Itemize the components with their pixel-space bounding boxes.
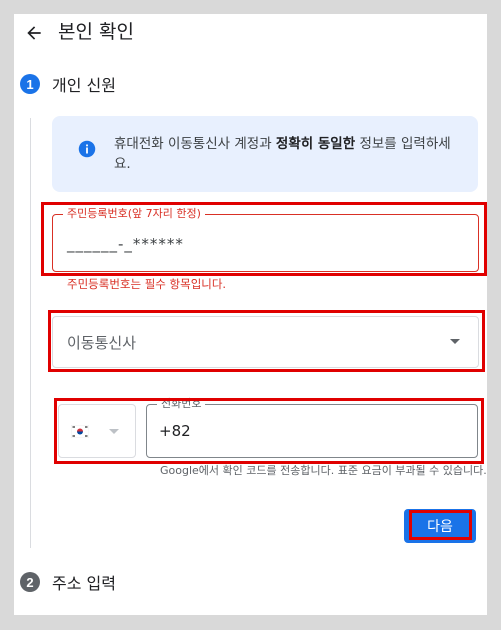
arrow-back-icon <box>27 26 41 40</box>
back-button[interactable] <box>20 19 48 47</box>
step-personal-identity: 1 개인 신원 <box>20 72 116 96</box>
highlight-box-carrier <box>48 310 485 372</box>
step-label: 주소 입력 <box>52 574 116 593</box>
step-label: 개인 신원 <box>52 76 116 95</box>
step-number-badge: 2 <box>20 572 40 592</box>
highlight-box-next <box>409 510 472 540</box>
header: 본인 확인 <box>14 14 487 54</box>
identity-verification-panel: 본인 확인 1 개인 신원 휴대전화 이동통신사 계정과 정확히 동일한 정보를… <box>14 14 487 615</box>
step-connector-line <box>30 118 31 548</box>
step-number-badge: 1 <box>20 74 40 94</box>
step-address-entry: 2 주소 입력 <box>20 570 116 594</box>
phone-helper-text: Google에서 확인 코드를 전송합니다. 표준 요금이 부과될 수 있습니다… <box>160 464 487 477</box>
info-text: 휴대전화 이동통신사 계정과 정확히 동일한 정보를 입력하세요. <box>114 136 451 172</box>
info-notice: 휴대전화 이동통신사 계정과 정확히 동일한 정보를 입력하세요. <box>52 116 478 192</box>
info-icon <box>78 140 96 158</box>
page-title: 본인 확인 <box>58 21 134 43</box>
resident-id-error: 주민등록번호는 필수 항목입니다. <box>67 277 227 291</box>
highlight-box-id <box>41 202 487 276</box>
highlight-box-phone <box>54 398 484 464</box>
